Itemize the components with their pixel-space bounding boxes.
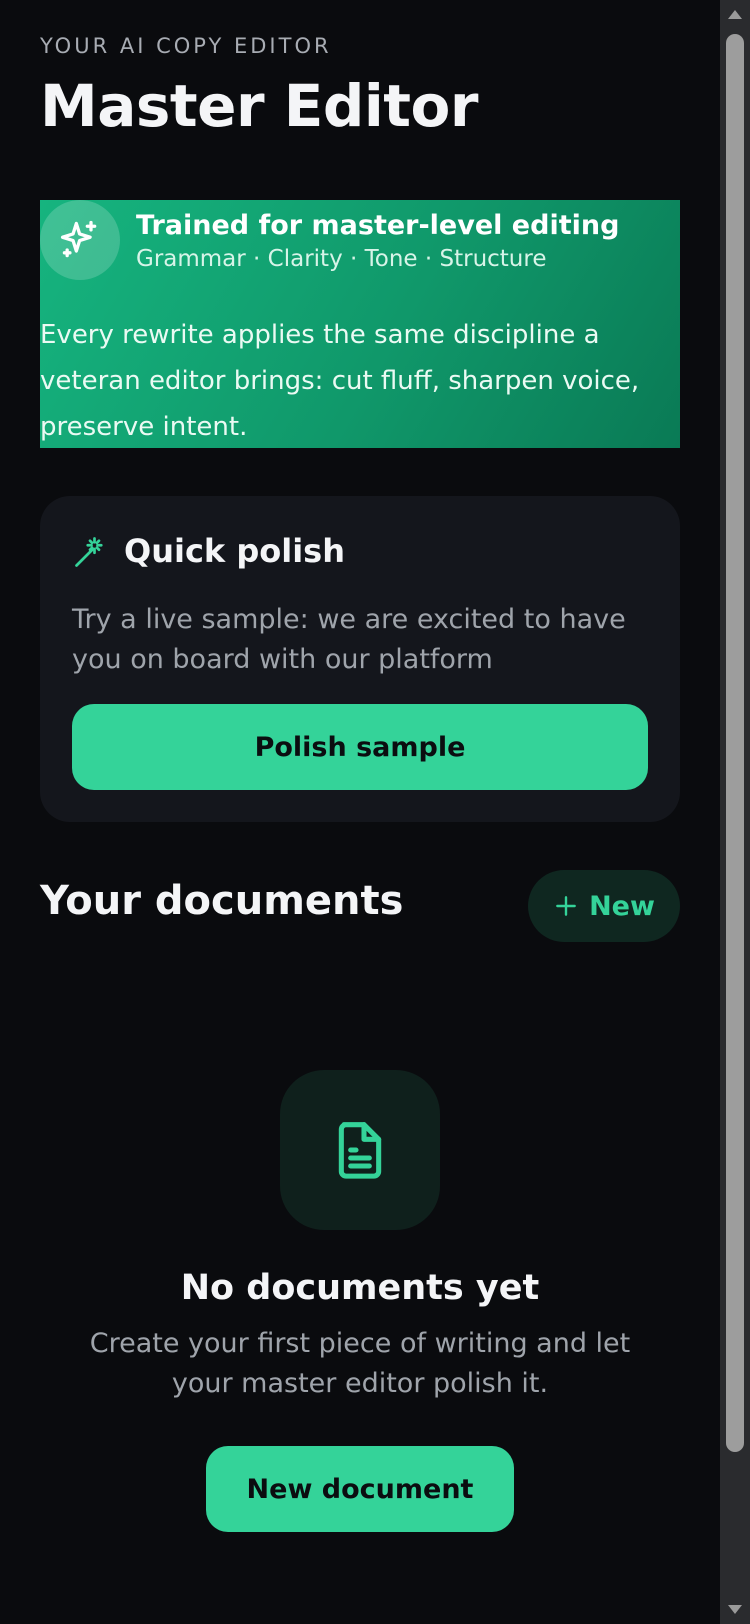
quick-polish-sample-text: Try a live sample: we are excited to hav… xyxy=(72,604,626,675)
scroll-up-arrow-icon[interactable] xyxy=(728,10,742,19)
document-icon xyxy=(338,1122,382,1179)
empty-state-title: No documents yet xyxy=(180,1268,540,1308)
app-screen: YOUR AI COPY EDITOR Master Editor Traine… xyxy=(0,0,750,1624)
empty-state-icon-box xyxy=(280,1070,440,1230)
vertical-scrollbar[interactable] xyxy=(720,0,750,1624)
sparkles-icon xyxy=(40,200,120,280)
documents-heading: Your documents xyxy=(40,878,404,924)
quick-polish-title: Quick polish xyxy=(124,532,345,570)
create-new-document-button[interactable]: New document xyxy=(206,1446,514,1532)
banner-subtitle: Grammar · Clarity · Tone · Structure xyxy=(136,246,547,272)
page-title: Master Editor xyxy=(40,72,478,140)
banner-title: Trained for master-level editing xyxy=(136,210,620,241)
scrollbar-thumb[interactable] xyxy=(726,34,744,1452)
new-button-label: New xyxy=(589,890,655,922)
plus-icon xyxy=(556,896,576,916)
banner-description: Every rewrite applies the same disciplin… xyxy=(40,320,640,442)
new-document-button[interactable]: New xyxy=(528,870,680,942)
training-banner: Trained for master-level editing Grammar… xyxy=(40,200,680,448)
magic-wand-icon xyxy=(75,537,103,567)
quick-polish-card: Quick polish Try a live sample: we are e… xyxy=(40,496,680,822)
empty-state-text: Create your first piece of writing and l… xyxy=(89,1328,631,1399)
page-eyebrow: YOUR AI COPY EDITOR xyxy=(40,34,332,58)
scroll-down-arrow-icon[interactable] xyxy=(728,1605,742,1614)
polish-sample-button[interactable]: Polish sample xyxy=(72,704,648,790)
